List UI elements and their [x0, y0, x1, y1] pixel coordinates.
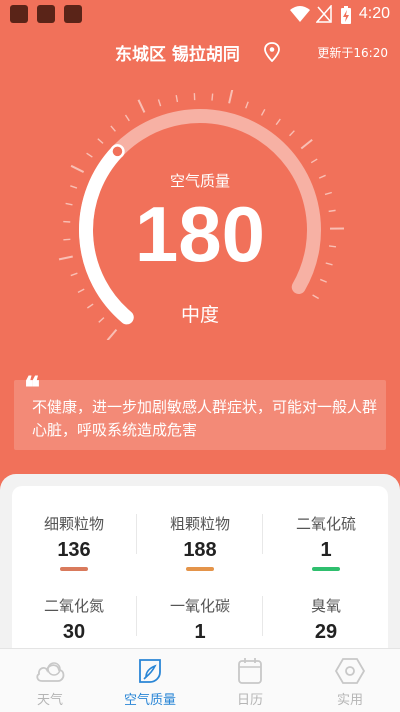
tab-utilities[interactable]: 实用	[300, 649, 400, 712]
location-pin-icon[interactable]	[263, 42, 281, 62]
gauge-tick	[211, 93, 214, 101]
tab-calendar[interactable]: 日历	[200, 649, 300, 712]
pollutant-name: 粗颗粒物	[169, 515, 230, 533]
gauge-tick	[97, 138, 104, 144]
pollutant-card: 细颗粒物 136 粗颗粒物 188 二氧化硫 1 二氧化氮 30 一氧化碳 1 …	[12, 486, 388, 656]
bottom-tab-bar: 天气 空气质量 日历 实用	[0, 648, 400, 712]
gauge-tick	[289, 130, 295, 137]
leaf-icon	[139, 659, 161, 683]
pollutant-value: 136	[57, 539, 91, 561]
pollutant-value: 1	[194, 621, 206, 643]
pollutant-o3[interactable]: 臭氧 29	[264, 568, 388, 658]
tab-label: 日历	[236, 693, 263, 708]
divider	[262, 514, 263, 554]
gauge-tick	[275, 118, 281, 126]
cloud-icon	[36, 662, 65, 682]
gauge-tick	[70, 272, 78, 277]
battery-charging-icon	[341, 6, 351, 24]
tab-weather[interactable]: 天气	[0, 649, 100, 712]
gauge-tick	[86, 152, 93, 158]
pollutant-value: 29	[314, 621, 338, 643]
pollutant-pm10[interactable]: 粗颗粒物 188	[138, 486, 262, 576]
gauge-tick	[77, 288, 85, 293]
pollutant-name: 二氧化氮	[43, 597, 104, 615]
hexagon-icon	[334, 658, 366, 684]
aqi-level: 中度	[180, 304, 219, 326]
pollutant-name: 臭氧	[310, 597, 341, 615]
updated-time: 更新于16:20	[317, 46, 388, 60]
gauge-tick	[312, 294, 319, 300]
divider	[262, 596, 263, 636]
tab-label: 实用	[336, 693, 363, 708]
location-title[interactable]: 东城区 锡拉胡同	[115, 40, 240, 65]
calendar-icon	[238, 658, 262, 684]
gauge-tick	[157, 99, 162, 107]
tab-air-quality[interactable]: 空气质量	[100, 649, 200, 712]
pollutant-name: 细颗粒物	[43, 515, 104, 533]
health-advice: ❝ 不健康，进一步加剧敏感人群症状，可能对一般人群心脏，呼吸系统造成危害	[14, 374, 386, 450]
gauge-tick	[300, 138, 313, 150]
wifi-icon	[290, 6, 310, 22]
pollutant-value: 30	[62, 621, 86, 643]
gauge-tick	[175, 94, 179, 103]
gauge-tick	[137, 99, 146, 113]
notification-app-icon	[37, 5, 55, 23]
gauge-tick	[319, 278, 327, 283]
notification-app-icon	[10, 5, 28, 23]
pollutant-value: 188	[183, 539, 217, 561]
advice-text: 不健康，进一步加剧敏感人群症状，可能对一般人群心脏，呼吸系统造成危害	[32, 398, 378, 439]
gauge-tick	[124, 114, 130, 122]
gauge-tick	[106, 328, 118, 340]
divider	[136, 514, 137, 554]
notification-app-icon	[64, 5, 82, 23]
pollutant-name: 二氧化硫	[295, 515, 356, 533]
gauge-tick	[245, 101, 249, 109]
status-time: 4:20	[358, 5, 390, 22]
status-bar: 4:20	[0, 0, 400, 30]
pollutant-value: 1	[320, 539, 332, 561]
gauge-tick	[260, 108, 266, 116]
tab-label: 空气质量	[123, 693, 176, 708]
signal-off-icon	[316, 5, 332, 23]
pollutant-name: 一氧化碳	[169, 597, 230, 615]
gauge-tick	[310, 158, 318, 164]
header: 东城区 锡拉胡同 更新于16:20	[0, 40, 400, 68]
gauge-tick	[228, 90, 234, 104]
pollutant-panel: 细颗粒物 136 粗颗粒物 188 二氧化硫 1 二氧化氮 30 一氧化碳 1 …	[0, 474, 400, 656]
air-quality-label: 空气质量	[169, 172, 230, 190]
gauge-tick	[110, 125, 116, 132]
pollutant-no2[interactable]: 二氧化氮 30	[12, 568, 136, 658]
pollutant-so2[interactable]: 二氧化硫 1	[264, 486, 388, 576]
aqi-gauge: 空气质量 180 中度	[45, 90, 355, 340]
pollutant-co[interactable]: 一氧化碳 1	[138, 568, 262, 658]
tab-label: 天气	[36, 693, 63, 708]
aqi-value: 180	[134, 190, 266, 278]
gauge-knob	[110, 144, 125, 159]
divider	[136, 596, 137, 636]
pollutant-pm25[interactable]: 细颗粒物 136	[12, 486, 136, 576]
